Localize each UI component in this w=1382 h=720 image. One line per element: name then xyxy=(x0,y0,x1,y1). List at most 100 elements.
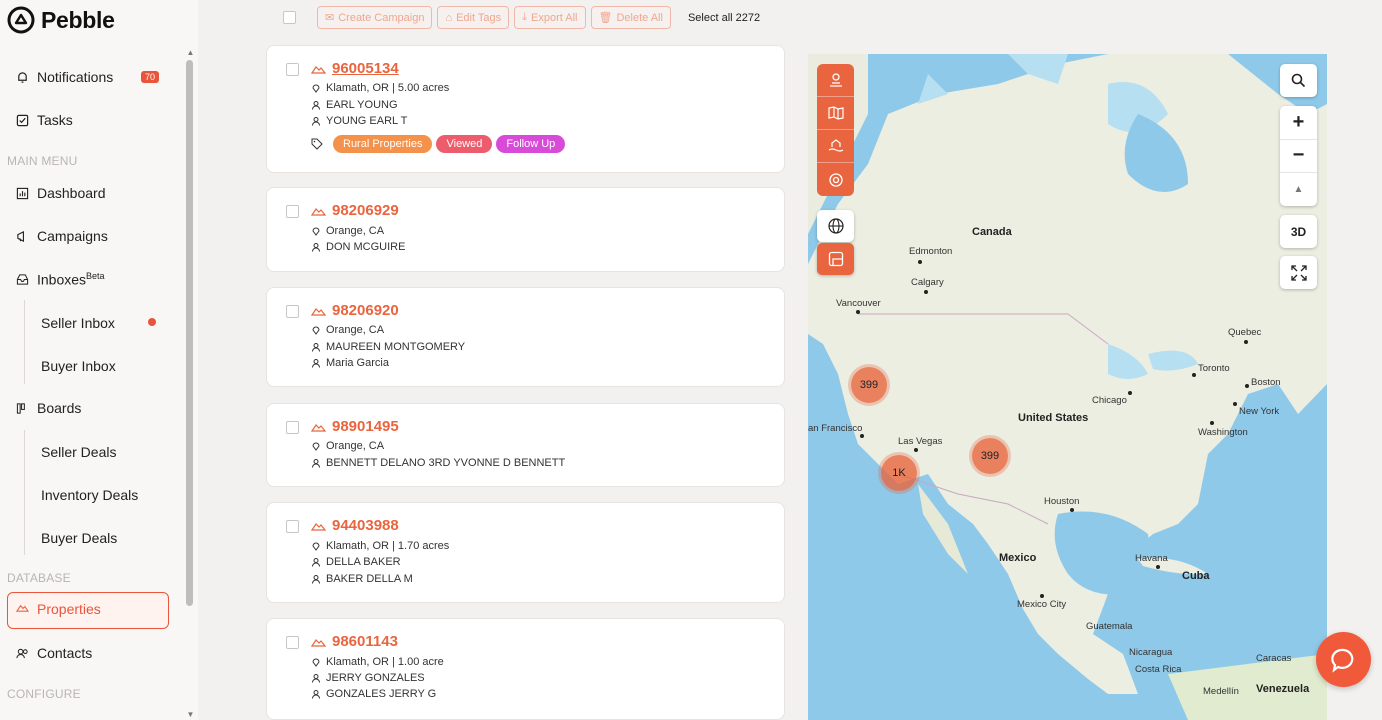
property-location: Klamath, OR | 1.00 acre xyxy=(326,656,444,668)
flood-layer-button[interactable] xyxy=(817,130,854,163)
property-checkbox[interactable] xyxy=(286,421,299,434)
target-layer-button[interactable] xyxy=(817,163,854,196)
property-card[interactable]: 98901495 Orange, CA BENNETT DELANO 3RD Y… xyxy=(266,403,785,487)
globe-view-button[interactable] xyxy=(817,210,854,242)
zoom-in-button[interactable]: + xyxy=(1280,107,1317,140)
tag-rural-properties[interactable]: Rural Properties xyxy=(333,135,433,153)
nav-contacts-label: Contacts xyxy=(37,645,93,661)
tag-follow-up[interactable]: Follow Up xyxy=(496,135,566,153)
city-dot xyxy=(1244,340,1248,344)
nav-inventory-deals[interactable]: Inventory Deals xyxy=(41,487,138,503)
satellite-view-button[interactable] xyxy=(817,243,854,275)
bell-icon xyxy=(16,71,29,84)
property-checkbox[interactable] xyxy=(286,520,299,533)
city-dot xyxy=(1192,373,1196,377)
map-label-mexico: Mexico xyxy=(999,552,1037,564)
mail-icon: ✉ xyxy=(325,12,335,24)
zoom-out-button[interactable]: − xyxy=(1280,140,1317,173)
nav-seller-deals[interactable]: Seller Deals xyxy=(41,444,116,460)
mountain-icon xyxy=(311,308,326,316)
map-label-calgary: Calgary xyxy=(911,277,944,288)
3d-view-button[interactable]: 3D xyxy=(1280,215,1317,248)
nav-buyer-inbox[interactable]: Buyer Inbox xyxy=(41,358,116,374)
property-location: Orange, CA xyxy=(326,324,385,336)
inboxes-text: Inboxes xyxy=(37,271,87,288)
search-icon xyxy=(1291,73,1306,88)
create-campaign-label: Create Campaign xyxy=(338,11,425,24)
map-cluster-marker[interactable]: 399 xyxy=(972,438,1008,474)
edit-tags-button[interactable]: ⌂ Edit Tags xyxy=(437,6,510,29)
tag-viewed[interactable]: Viewed xyxy=(436,135,493,153)
property-id-link[interactable]: 98206929 xyxy=(332,202,399,219)
property-checkbox[interactable] xyxy=(286,636,299,649)
city-dot xyxy=(1128,391,1132,395)
compass-icon: ▲ xyxy=(1293,183,1304,195)
map-frame-icon xyxy=(828,251,843,267)
owner-name: BAKER DELLA M xyxy=(326,573,413,585)
map-label-boston: Boston xyxy=(1251,377,1281,388)
property-card[interactable]: 94403988 Klamath, OR | 1.70 acres DELLA … xyxy=(266,502,785,603)
property-card[interactable]: 98601143 Klamath, OR | 1.00 acre JERRY G… xyxy=(266,618,785,720)
tag-icon xyxy=(311,138,323,150)
nav-tasks[interactable]: Tasks xyxy=(16,110,73,130)
map-label-canada: Canada xyxy=(972,226,1012,238)
sidebar-scrollbar[interactable] xyxy=(186,60,193,606)
property-id-link[interactable]: 96005134 xyxy=(332,60,399,77)
property-id-link[interactable]: 98206920 xyxy=(332,302,399,319)
section-database: DATABASE xyxy=(7,571,71,585)
city-dot xyxy=(860,434,864,438)
section-configure: CONFIGURE xyxy=(7,687,81,701)
property-card[interactable]: 98206929 Orange, CA DON MCGUIRE xyxy=(266,187,785,272)
export-all-button[interactable]: ⤓ Export All xyxy=(514,6,586,29)
person-icon xyxy=(312,101,320,110)
section-main-menu: MAIN MENU xyxy=(7,154,78,168)
property-id-link[interactable]: 94403988 xyxy=(332,517,399,534)
select-all-checkbox[interactable] xyxy=(283,11,296,24)
delete-all-button[interactable]: 🗑 Delete All xyxy=(590,6,671,29)
create-campaign-button[interactable]: ✉ Create Campaign xyxy=(317,6,433,29)
location-pin-icon xyxy=(312,84,320,93)
mountain-icon xyxy=(311,208,326,216)
checkbox-icon xyxy=(16,114,29,127)
owner-name: Maria Garcia xyxy=(326,357,389,369)
chat-bubble-icon xyxy=(1330,648,1353,673)
flood-icon xyxy=(828,139,843,152)
nav-inboxes[interactable]: InboxesBeta xyxy=(16,269,105,289)
fullscreen-button[interactable] xyxy=(1280,256,1317,289)
map-label-medellin: Medellín xyxy=(1203,686,1239,697)
nav-buyer-deals[interactable]: Buyer Deals xyxy=(41,530,117,546)
nav-contacts[interactable]: Contacts xyxy=(16,643,92,663)
property-card[interactable]: 98206920 Orange, CA MAUREEN MONTGOMERY M… xyxy=(266,287,785,387)
app-logo[interactable]: Pebble xyxy=(7,6,115,34)
property-id-link[interactable]: 98601143 xyxy=(332,633,398,650)
nav-seller-inbox[interactable]: Seller Inbox xyxy=(41,315,115,331)
support-chat-button[interactable] xyxy=(1316,632,1371,687)
select-all-count[interactable]: Select all 2272 xyxy=(688,12,760,24)
property-id-link[interactable]: 98901495 xyxy=(332,418,399,435)
nav-campaigns[interactable]: Campaigns xyxy=(16,226,108,246)
beta-tag: Beta xyxy=(86,270,105,281)
megaphone-icon xyxy=(16,230,29,243)
scroll-down-arrow[interactable]: ▼ xyxy=(186,710,195,719)
nav-properties-content[interactable]: Properties xyxy=(15,601,101,617)
compass-button[interactable]: ▲ xyxy=(1280,173,1317,206)
parcel-layer-button[interactable] xyxy=(817,97,854,130)
download-icon: ⤓ xyxy=(522,11,528,23)
nav-dashboard[interactable]: Dashboard xyxy=(16,183,106,203)
tag-icon: ⌂ xyxy=(445,11,453,24)
nav-notifications[interactable]: Notifications xyxy=(16,67,113,87)
property-checkbox[interactable] xyxy=(286,63,299,76)
map-cluster-marker[interactable]: 399 xyxy=(851,367,887,403)
property-card[interactable]: 96005134 Klamath, OR | 5.00 acres EARL Y… xyxy=(266,45,785,173)
property-checkbox[interactable] xyxy=(286,205,299,218)
nav-boards[interactable]: Boards xyxy=(16,398,81,418)
map-cluster-marker[interactable]: 1K xyxy=(881,455,917,491)
chart-icon xyxy=(16,187,29,200)
map-label-united-states: United States xyxy=(1018,412,1089,424)
scroll-up-arrow[interactable]: ▲ xyxy=(186,48,195,57)
property-checkbox[interactable] xyxy=(286,305,299,318)
property-map[interactable]: Canada United States Mexico Edmonton Cal… xyxy=(808,54,1327,720)
city-dot xyxy=(1245,384,1249,388)
owner-layer-button[interactable] xyxy=(817,64,854,97)
map-search-button[interactable] xyxy=(1280,64,1317,97)
